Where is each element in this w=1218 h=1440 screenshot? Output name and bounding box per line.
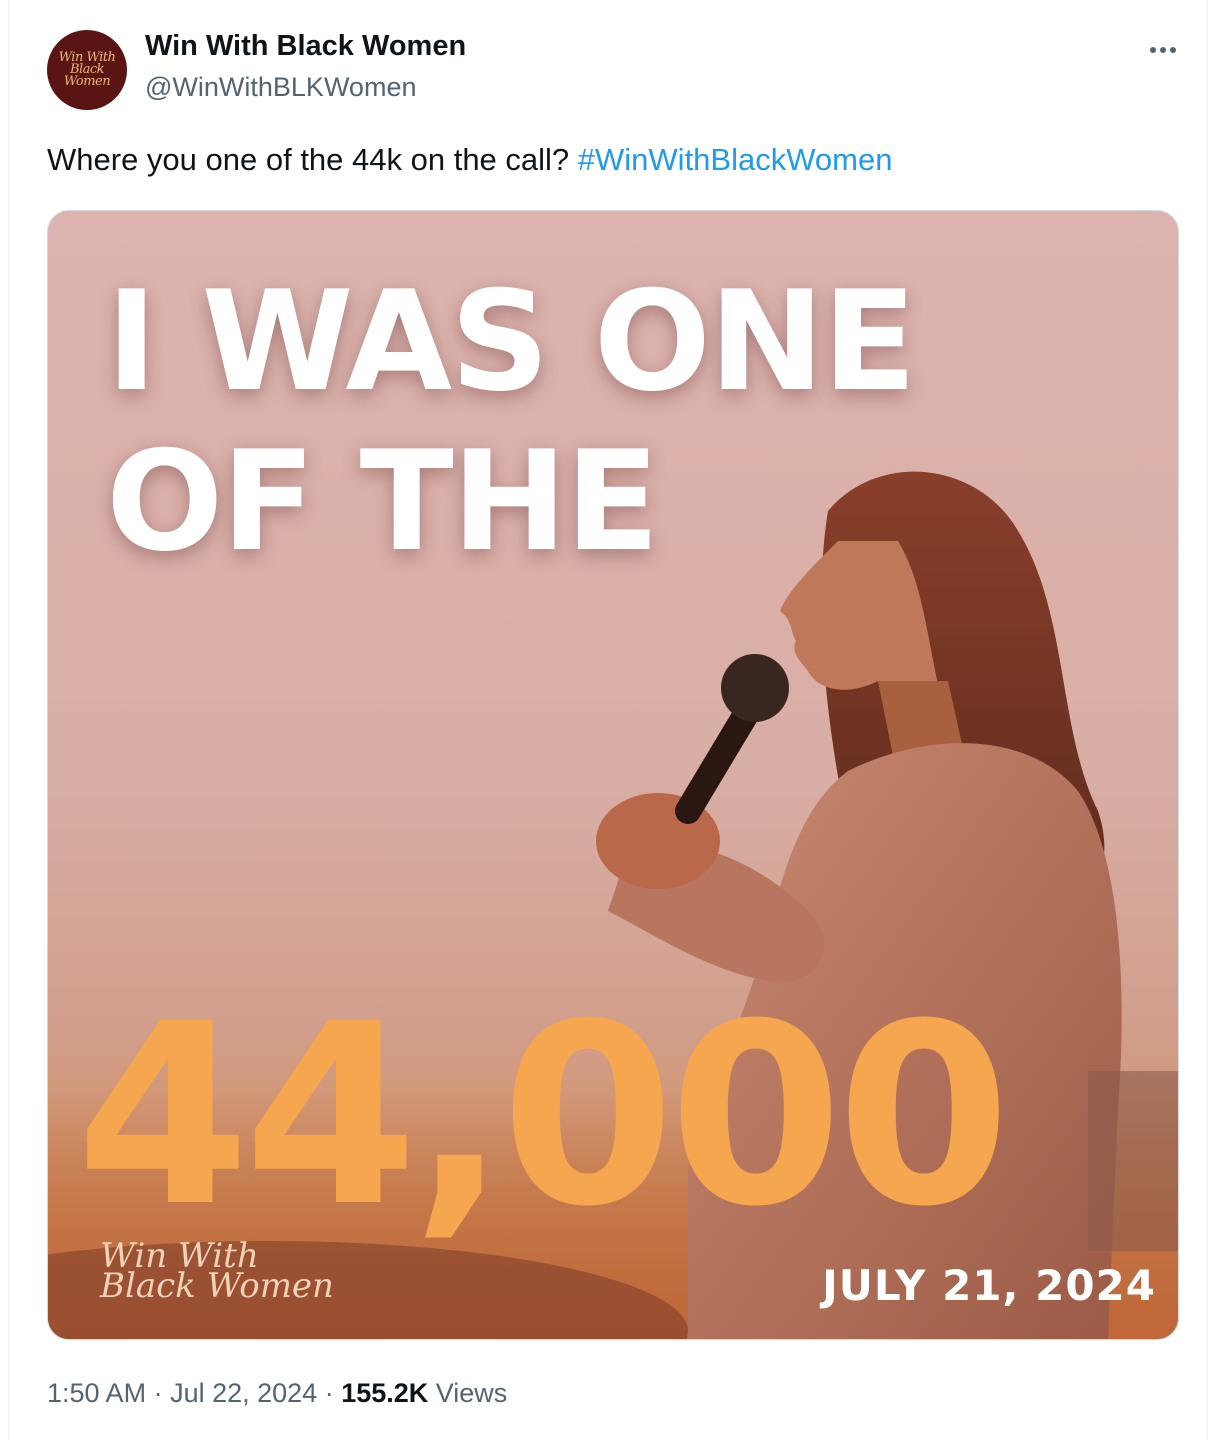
more-options-icon[interactable] — [1141, 30, 1185, 70]
views-count: 155.2K — [341, 1378, 429, 1408]
avatar-logo-text: Win With Black Women — [58, 50, 116, 89]
image-date: JULY 21, 2024 — [822, 1261, 1156, 1310]
image-headline-line2: OF THE — [106, 421, 660, 582]
image-headline-line1: I WAS ONE — [106, 261, 917, 422]
tweet-text: Where you one of the 44k on the call? #W… — [47, 142, 892, 178]
views-label: Views — [428, 1378, 508, 1408]
tweet-text-body: Where you one of the 44k on the call? — [47, 142, 578, 177]
brand-line2: Black Women — [100, 1266, 334, 1306]
tweet-date[interactable]: Jul 22, 2024 — [170, 1378, 317, 1408]
tweet-image[interactable]: I WAS ONE OF THE 44,000 Win With Black W… — [47, 210, 1179, 1340]
avatar[interactable]: Win With Black Women — [47, 30, 127, 110]
author-handle[interactable]: @WinWithBLKWomen — [145, 72, 416, 103]
tweet-card: Win With Black Women Win With Black Wome… — [8, 0, 1208, 1440]
meta-separator: · — [146, 1378, 171, 1408]
tweet-time[interactable]: 1:50 AM — [47, 1378, 146, 1408]
microphone-handle — [675, 698, 761, 824]
microphone-head — [721, 654, 789, 722]
image-brand-logo: Win With Black Women — [100, 1239, 334, 1306]
meta-separator-2: · — [317, 1378, 342, 1408]
author-display-name[interactable]: Win With Black Women — [145, 30, 466, 63]
hashtag-link[interactable]: #WinWithBlackWomen — [578, 142, 893, 177]
image-attendee-count: 44,000 — [76, 970, 1011, 1261]
tweet-meta: 1:50 AM · Jul 22, 2024 · 155.2K Views — [47, 1378, 507, 1409]
podium — [1088, 1071, 1178, 1251]
